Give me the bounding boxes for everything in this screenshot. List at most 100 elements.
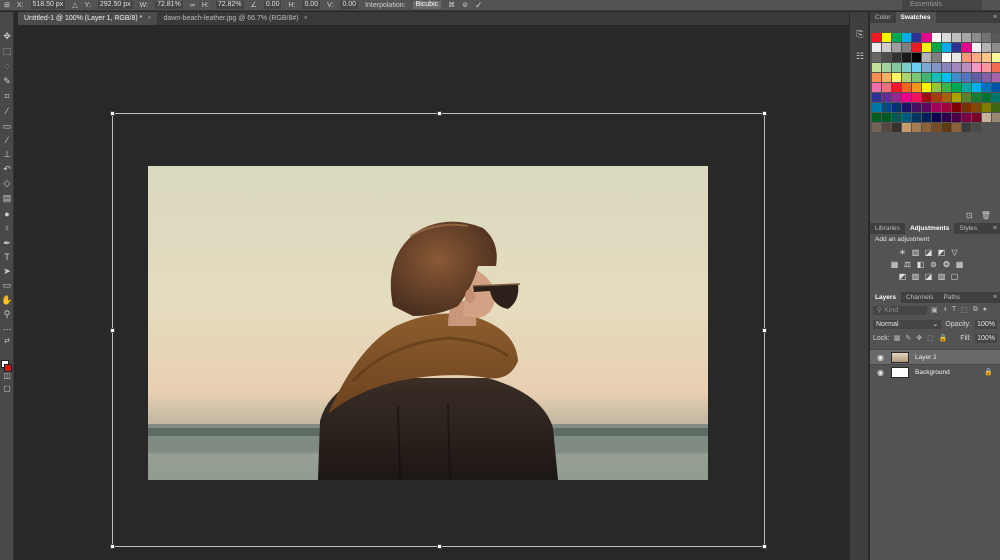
color-swatch[interactable] [942, 113, 951, 122]
color-swatch[interactable] [962, 73, 971, 82]
color-swatch[interactable] [972, 73, 981, 82]
levels-icon[interactable]: ▥ [911, 248, 920, 257]
color-swatch[interactable] [912, 43, 921, 52]
color-swatch[interactable] [922, 73, 931, 82]
properties-panel-icon[interactable]: ☷ [854, 50, 866, 62]
color-swatch[interactable] [952, 43, 961, 52]
visibility-eye-icon[interactable]: ◉ [877, 368, 885, 377]
filter-toggle-icon[interactable]: ● [983, 306, 987, 314]
tab-paths[interactable]: Paths [938, 292, 965, 303]
transform-handle-bottom[interactable] [437, 544, 442, 549]
transform-bounding-box[interactable] [110, 111, 767, 549]
color-swatch[interactable] [932, 123, 941, 132]
color-swatch[interactable] [872, 103, 881, 112]
color-swatch[interactable] [912, 73, 921, 82]
color-swatch[interactable] [882, 63, 891, 72]
width-field[interactable]: 72.81% [155, 1, 183, 9]
tab-layers[interactable]: Layers [870, 292, 901, 303]
blend-mode-select[interactable]: Normal ⌄ [873, 319, 942, 329]
opacity-field[interactable]: 100% [975, 319, 997, 329]
x-field[interactable]: 518.50 px [30, 1, 66, 9]
history-panel-icon[interactable]: ⎘ [854, 28, 866, 40]
color-swatch[interactable] [932, 113, 941, 122]
color-swatch[interactable] [902, 93, 911, 102]
screen-mode-icon[interactable]: ▢ [0, 383, 14, 395]
color-swatch[interactable] [932, 63, 941, 72]
color-swatch[interactable] [892, 83, 901, 92]
color-swatch[interactable] [952, 113, 961, 122]
color-swatch[interactable] [972, 43, 981, 52]
color-swatch[interactable] [912, 103, 921, 112]
color-swatch[interactable] [872, 33, 881, 42]
transform-handle-top-left[interactable] [110, 111, 115, 116]
panel-menu-icon[interactable]: ≡ [993, 225, 997, 232]
lock-transparent-icon[interactable]: ▦ [894, 334, 901, 342]
color-swatch[interactable] [962, 123, 971, 132]
reference-point-icon[interactable]: ⊞ [4, 1, 10, 9]
type-icon[interactable]: T [0, 251, 14, 263]
color-swatch[interactable] [972, 123, 981, 132]
color-swatch[interactable] [932, 83, 941, 92]
color-swatch[interactable] [942, 103, 951, 112]
color-swatch[interactable] [952, 63, 961, 72]
tab-libraries[interactable]: Libraries [870, 223, 905, 234]
color-swatch[interactable] [922, 63, 931, 72]
lasso-icon[interactable]: ◌ [0, 60, 14, 72]
selective-color-icon[interactable]: ▢ [950, 272, 959, 281]
transform-handle-top[interactable] [437, 111, 442, 116]
color-balance-icon[interactable]: ⚖ [903, 260, 912, 269]
blur-icon[interactable]: ● [0, 208, 14, 220]
color-swatch[interactable] [972, 93, 981, 102]
color-swatch[interactable] [962, 103, 971, 112]
curves-icon[interactable]: ◪ [924, 248, 933, 257]
color-swatch[interactable] [892, 103, 901, 112]
dodge-icon[interactable]: ♀ [0, 222, 14, 234]
lock-position-icon[interactable]: ✥ [916, 334, 922, 342]
color-swatch[interactable] [992, 43, 1000, 52]
color-swatch[interactable] [982, 73, 991, 82]
color-swatch[interactable] [942, 53, 951, 62]
color-swatch[interactable] [982, 83, 991, 92]
color-swatch[interactable] [952, 103, 961, 112]
exposure-icon[interactable]: ◩ [937, 248, 946, 257]
color-swatch[interactable] [952, 93, 961, 102]
color-swatch[interactable] [882, 43, 891, 52]
pen-icon[interactable]: ✒ [0, 237, 14, 249]
posterize-icon[interactable]: ▨ [911, 272, 920, 281]
new-swatch-icon[interactable]: ⊡ [966, 211, 973, 220]
color-swatch[interactable] [962, 113, 971, 122]
color-swatch[interactable] [912, 83, 921, 92]
color-swatch[interactable] [992, 93, 1000, 102]
color-swatch[interactable] [982, 43, 991, 52]
color-swatch[interactable] [992, 73, 1000, 82]
color-swatch[interactable] [962, 83, 971, 92]
tab-swatches[interactable]: Swatches [895, 12, 936, 23]
color-swatch[interactable] [992, 33, 1000, 42]
stamp-icon[interactable]: ⊥ [0, 148, 14, 160]
vskew-field[interactable]: 0.00 [340, 1, 359, 9]
color-swatch[interactable] [882, 93, 891, 102]
filter-kind-select[interactable]: ⚲ Kind [873, 305, 927, 315]
transform-handle-right[interactable] [762, 328, 767, 333]
hue-saturation-icon[interactable]: ▦ [890, 260, 899, 269]
color-swatch[interactable] [962, 63, 971, 72]
color-swatch[interactable] [972, 113, 981, 122]
swap-colors-icon[interactable]: ⇄ [0, 336, 14, 348]
hand-icon[interactable]: ✋ [0, 294, 14, 306]
color-swatch[interactable] [972, 33, 981, 42]
layer-row-layer-1[interactable]: ◉ Layer 1 [870, 349, 1000, 364]
eraser-icon[interactable]: ◇ [0, 177, 14, 189]
path-select-icon[interactable]: ➤ [0, 265, 14, 277]
color-swatch[interactable] [952, 83, 961, 92]
color-swatch[interactable] [922, 33, 931, 42]
tab-adjustments[interactable]: Adjustments [904, 223, 955, 234]
color-swatch[interactable] [912, 123, 921, 132]
color-swatch[interactable] [982, 103, 991, 112]
color-swatch[interactable] [872, 43, 881, 52]
color-swatch[interactable] [962, 53, 971, 62]
color-swatch[interactable] [872, 93, 881, 102]
color-swatch[interactable] [902, 113, 911, 122]
tab-color[interactable]: Color [870, 12, 896, 23]
close-icon[interactable]: × [304, 12, 308, 25]
color-swatch[interactable] [942, 73, 951, 82]
